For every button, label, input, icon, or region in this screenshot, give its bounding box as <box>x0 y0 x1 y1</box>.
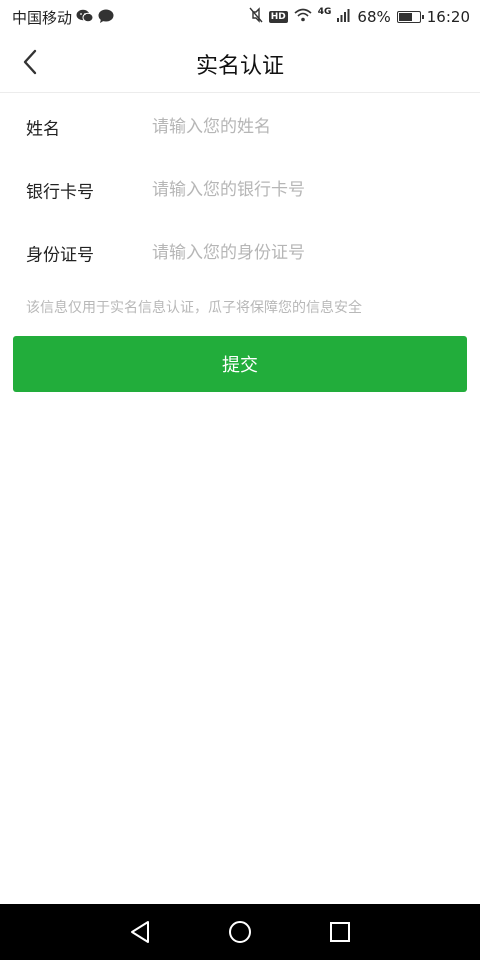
square-recents-icon <box>330 922 350 942</box>
mute-icon <box>249 7 263 27</box>
signal-icon <box>337 8 351 26</box>
status-left: 中国移动 <box>12 7 114 28</box>
battery-icon <box>396 11 424 23</box>
battery-fill <box>398 13 412 21</box>
system-recents-button[interactable] <box>320 912 360 952</box>
status-bar: 中国移动 HD 4G 68% 16:20 <box>0 0 480 34</box>
form-row-name: 姓名 <box>0 93 480 156</box>
name-input[interactable] <box>152 111 452 143</box>
clock: 16:20 <box>426 8 470 26</box>
hd-badge: HD <box>268 11 288 23</box>
system-nav-bar <box>0 904 480 960</box>
header: 实名认证 <box>0 34 480 93</box>
bank-card-input[interactable] <box>152 174 452 206</box>
carrier-label: 中国移动 <box>12 9 73 27</box>
triangle-back-icon <box>131 921 149 943</box>
wechat-icon <box>76 9 94 27</box>
privacy-notice: 该信息仅用于实名信息认证，瓜子将保障您的信息安全 <box>26 300 362 316</box>
submit-button[interactable]: 提交 <box>13 336 467 392</box>
name-label: 姓名 <box>26 119 60 140</box>
bank-card-label: 银行卡号 <box>26 182 94 203</box>
form-row-bank-card: 银行卡号 <box>0 156 480 219</box>
message-bubble-icon <box>98 9 114 27</box>
system-back-button[interactable] <box>120 912 160 952</box>
circle-home-icon <box>229 921 251 943</box>
wifi-icon <box>294 8 312 26</box>
form-row-id-number: 身份证号 <box>0 219 480 282</box>
status-right: HD 4G 68% 16:20 <box>249 7 470 27</box>
battery-percent: 68% <box>357 8 391 26</box>
id-number-label: 身份证号 <box>26 245 94 266</box>
verification-form: 姓名 银行卡号 身份证号 <box>0 93 480 282</box>
system-home-button[interactable] <box>220 912 260 952</box>
network-type-label: 4G <box>317 7 332 17</box>
id-number-input[interactable] <box>152 237 452 269</box>
page-title: 实名认证 <box>195 54 284 79</box>
